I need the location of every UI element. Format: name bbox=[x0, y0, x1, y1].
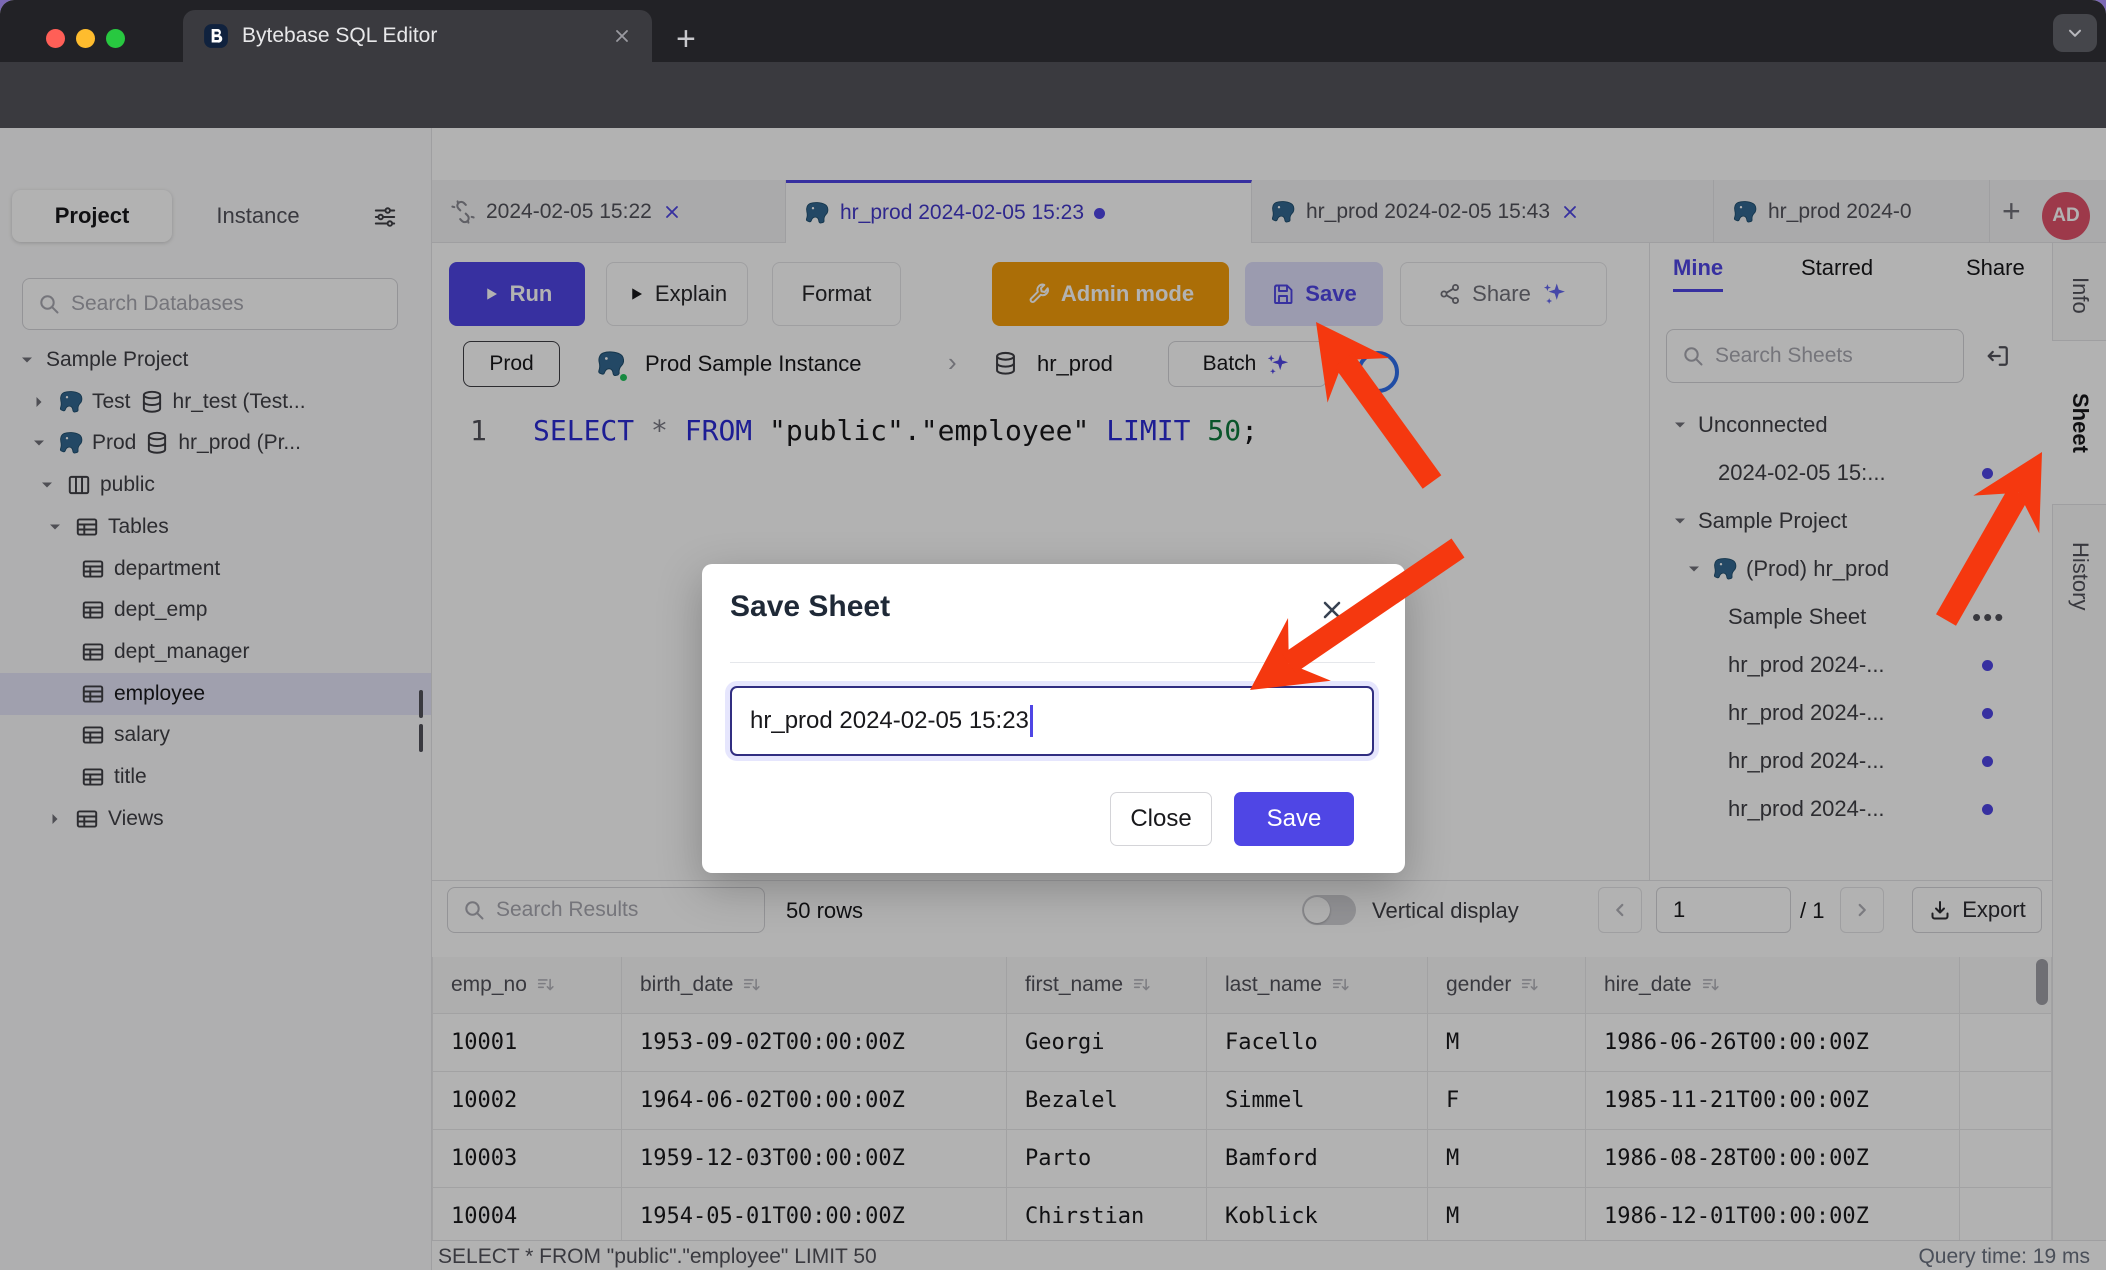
close-window-button[interactable] bbox=[46, 29, 65, 48]
sheet-name-input[interactable]: hr_prod 2024-02-05 15:23 bbox=[730, 686, 1374, 756]
save-sheet-dialog: Save Sheet hr_prod 2024-02-05 15:23 Clos… bbox=[702, 564, 1405, 873]
browser-navbar: localhost:8080/sql-editor/prod-sample-in… bbox=[0, 62, 2106, 128]
dialog-title: Save Sheet bbox=[730, 590, 890, 624]
minimize-window-button[interactable] bbox=[76, 29, 95, 48]
browser-titlebar: Bytebase SQL Editor + bbox=[0, 0, 2106, 62]
browser-window: Bytebase SQL Editor + localhost:8080/sql… bbox=[0, 0, 2106, 1270]
tab-search-button[interactable] bbox=[2053, 14, 2097, 52]
close-tab-icon[interactable] bbox=[612, 26, 632, 46]
zoom-window-button[interactable] bbox=[106, 29, 125, 48]
browser-tab[interactable]: Bytebase SQL Editor bbox=[183, 10, 652, 62]
text-cursor bbox=[1030, 705, 1033, 737]
close-dialog-icon[interactable] bbox=[1318, 596, 1346, 624]
close-button[interactable]: Close bbox=[1110, 792, 1212, 846]
dialog-save-button[interactable]: Save bbox=[1234, 792, 1354, 846]
dialog-divider bbox=[730, 662, 1375, 663]
browser-tab-title: Bytebase SQL Editor bbox=[242, 24, 599, 48]
chevron-down-icon bbox=[2064, 22, 2086, 44]
sheet-name-value: hr_prod 2024-02-05 15:23 bbox=[750, 707, 1029, 735]
new-tab-button[interactable]: + bbox=[676, 22, 696, 56]
bytebase-favicon-icon bbox=[203, 23, 229, 49]
